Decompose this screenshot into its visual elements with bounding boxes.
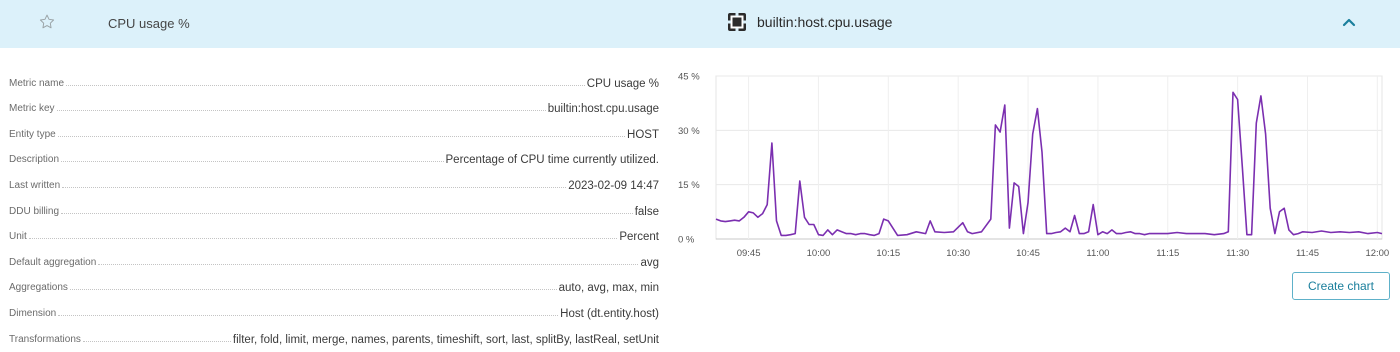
property-row: Default aggregation avg <box>9 245 659 271</box>
x-tick-label: 10:00 <box>807 248 831 259</box>
property-row: Metric key builtin:host.cpu.usage <box>9 92 659 118</box>
y-tick-label: 30 % <box>678 126 700 137</box>
metric-key-title: builtin:host.cpu.usage <box>757 14 893 30</box>
dotted-leader <box>56 110 546 112</box>
property-value: Percentage of CPU time currently utilize… <box>445 154 659 167</box>
x-tick-label: 10:45 <box>1016 248 1040 259</box>
x-tick-label: 11:30 <box>1226 248 1249 259</box>
dotted-leader <box>66 84 585 86</box>
dotted-leader <box>69 289 557 291</box>
dotted-leader <box>61 212 633 214</box>
property-label: Last written <box>9 179 61 191</box>
plot-frame <box>715 75 1383 240</box>
property-value: auto, avg, max, min <box>558 282 659 295</box>
property-value: CPU usage % <box>586 77 659 90</box>
chevron-up-icon[interactable] <box>1341 14 1357 30</box>
cpu-usage-chart[interactable]: 0 % 15 % 30 % 45 % 09:45 10:00 10:15 10:30 10:45… <box>670 64 1390 264</box>
property-row: DDU billing false <box>9 194 659 220</box>
x-tick-label: 10:15 <box>876 248 900 259</box>
property-value: Host (dt.entity.host) <box>560 307 659 320</box>
dotted-leader <box>98 263 639 265</box>
property-value: Percent <box>619 231 659 244</box>
property-row: Metric name CPU usage % <box>9 66 659 92</box>
property-label: Default aggregation <box>9 256 97 268</box>
property-value: filter, fold, limit, merge, names, paren… <box>232 333 659 346</box>
property-row: Dimension Host (dt.entity.host) <box>9 296 659 322</box>
property-label: DDU billing <box>9 205 60 217</box>
create-chart-button[interactable]: Create chart <box>1292 272 1390 300</box>
property-label: Metric name <box>9 77 65 89</box>
property-label: Metric key <box>9 103 55 115</box>
property-label: Entity type <box>9 128 56 140</box>
property-value: avg <box>640 256 659 269</box>
property-label: Transformations <box>9 333 81 345</box>
dotted-leader <box>82 340 231 342</box>
dotted-leader <box>61 161 444 163</box>
metric-properties: Metric name CPU usage % Metric key built… <box>9 66 659 348</box>
dotted-leader <box>62 186 567 188</box>
x-tick-label: 11:00 <box>1086 248 1109 259</box>
x-tick-label: 11:45 <box>1296 248 1319 259</box>
property-row: Last written 2023-02-09 14:47 <box>9 168 659 194</box>
y-tick-label: 15 % <box>678 180 700 191</box>
property-label: Description <box>9 154 60 166</box>
property-row: Aggregations auto, avg, max, min <box>9 271 659 297</box>
metric-icon <box>728 13 746 31</box>
property-row: Description Percentage of CPU time curre… <box>9 143 659 169</box>
property-label: Unit <box>9 231 27 243</box>
cpu-usage-series-line <box>715 91 1383 237</box>
y-tick-label: 0 % <box>678 235 695 246</box>
x-tick-label: 12:00 <box>1365 248 1389 259</box>
property-value: 2023-02-09 14:47 <box>568 179 659 192</box>
star-icon[interactable] <box>38 13 56 31</box>
property-row: Entity type HOST <box>9 117 659 143</box>
metric-header: CPU usage % builtin:host.cpu.usage <box>0 0 1400 48</box>
property-row: Unit Percent <box>9 220 659 246</box>
property-value: builtin:host.cpu.usage <box>547 103 659 116</box>
property-row: Transformations filter, fold, limit, mer… <box>9 322 659 348</box>
dotted-leader <box>58 314 559 316</box>
dotted-leader <box>28 238 618 240</box>
x-tick-label: 09:45 <box>737 248 761 259</box>
chart-canvas: 0 % 15 % 30 % 45 % 09:45 10:00 10:15 10:30 10:45… <box>678 72 1389 260</box>
property-label: Dimension <box>9 307 57 319</box>
property-value: false <box>634 205 659 218</box>
x-tick-label: 11:15 <box>1156 248 1179 259</box>
y-tick-label: 45 % <box>678 72 700 83</box>
property-value: HOST <box>627 128 659 141</box>
property-label: Aggregations <box>9 282 68 294</box>
dotted-leader <box>57 135 626 137</box>
metric-title: CPU usage % <box>108 16 190 31</box>
x-tick-label: 10:30 <box>946 248 970 259</box>
